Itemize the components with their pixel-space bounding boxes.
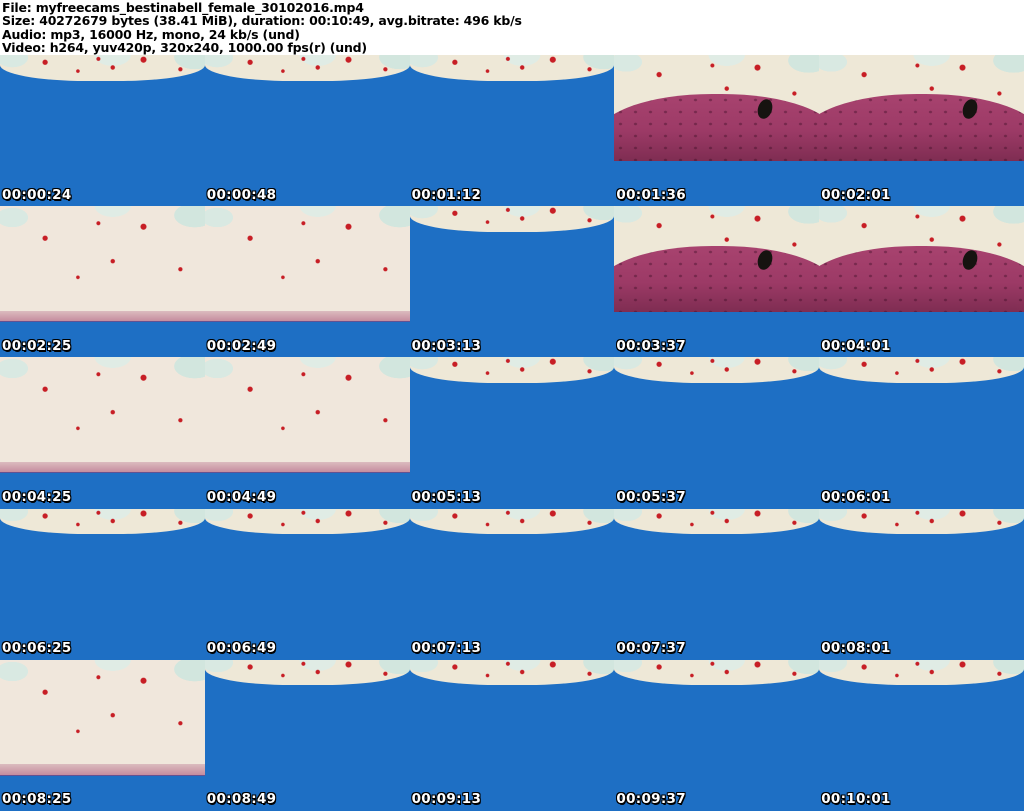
wall-backdrop — [204, 659, 410, 686]
video-thumbnail: 00:07:13 — [409, 508, 615, 660]
video-thumbnail: 00:04:01 — [819, 206, 1024, 358]
timestamp-overlay: 00:10:01 — [821, 791, 891, 808]
timestamp-overlay: 00:00:24 — [2, 186, 72, 203]
wall-backdrop — [819, 508, 1024, 535]
video-thumbnail: 00:03:37 — [614, 206, 820, 358]
timestamp-overlay: 00:08:49 — [206, 791, 277, 808]
timestamp-overlay: 00:03:13 — [411, 337, 482, 354]
wall-backdrop — [614, 508, 820, 535]
wall-backdrop — [0, 206, 205, 322]
video-thumbnail: 00:08:25 — [0, 659, 205, 811]
timestamp-overlay: 00:02:49 — [206, 337, 277, 354]
video-thumbnail: 00:05:37 — [614, 357, 820, 509]
wall-backdrop — [0, 659, 205, 776]
timestamp-overlay: 00:05:13 — [411, 489, 482, 506]
video-thumbnail: 00:00:24 — [0, 55, 205, 207]
wall-backdrop — [204, 357, 410, 474]
video-thumbnail: 00:01:36 — [614, 55, 820, 207]
video-thumbnail: 00:00:48 — [204, 55, 410, 207]
wall-backdrop — [409, 357, 615, 384]
timestamp-overlay: 00:09:13 — [411, 791, 482, 808]
file-size-line: Size: 40272679 bytes (38.41 MiB), durati… — [2, 13, 522, 29]
timestamp-overlay: 00:06:01 — [821, 489, 891, 506]
timestamp-overlay: 00:04:49 — [206, 489, 277, 506]
wall-backdrop — [409, 659, 615, 686]
timestamp-overlay: 00:08:25 — [2, 791, 72, 808]
video-thumbnail: 00:05:13 — [409, 357, 615, 509]
timestamp-overlay: 00:01:12 — [411, 186, 482, 203]
timestamp-overlay: 00:00:48 — [206, 186, 277, 203]
couch-shape — [819, 94, 1024, 161]
wall-backdrop — [204, 508, 410, 535]
wall-backdrop — [819, 357, 1024, 384]
audio-info-line: Audio: mp3, 16000 Hz, mono, 24 kb/s (und… — [2, 26, 300, 42]
video-thumbnail: 00:03:13 — [409, 206, 615, 358]
timestamp-overlay: 00:08:01 — [821, 640, 891, 657]
wall-backdrop — [614, 357, 820, 384]
wall-backdrop — [409, 206, 615, 232]
timestamp-overlay: 00:07:37 — [616, 640, 686, 657]
video-thumbnail: 00:07:37 — [614, 508, 820, 660]
contact-sheet: 00:00:24 00:00:48 00:01:12 00:01:36 00:0… — [0, 55, 1024, 811]
timestamp-overlay: 00:02:01 — [821, 186, 891, 203]
wall-backdrop — [0, 357, 205, 474]
timestamp-overlay: 00:03:37 — [616, 337, 686, 354]
timestamp-overlay: 00:02:25 — [2, 337, 72, 354]
wall-backdrop — [409, 55, 615, 81]
video-thumbnail: 00:06:49 — [204, 508, 410, 660]
timestamp-overlay: 00:04:25 — [2, 489, 72, 506]
wall-backdrop — [204, 206, 410, 322]
timestamp-overlay: 00:01:36 — [616, 186, 686, 203]
video-thumbnail: 00:04:25 — [0, 357, 205, 509]
file-name-line: File: myfreecams_bestinabell_female_3010… — [2, 0, 364, 15]
video-thumbnail: 00:09:37 — [614, 659, 820, 811]
video-thumbnail: 00:04:49 — [204, 357, 410, 509]
video-thumbnail: 00:02:49 — [204, 206, 410, 358]
wall-backdrop — [614, 659, 820, 686]
video-thumbnail: 00:10:01 — [819, 659, 1024, 811]
video-thumbnail: 00:09:13 — [409, 659, 615, 811]
video-thumbnail: 00:06:01 — [819, 357, 1024, 509]
wall-backdrop — [204, 55, 410, 81]
video-info-line: Video: h264, yuv420p, 320x240, 1000.00 f… — [2, 39, 367, 55]
couch-shape — [614, 94, 820, 161]
timestamp-overlay: 00:04:01 — [821, 337, 891, 354]
video-thumbnail: 00:08:01 — [819, 508, 1024, 660]
wall-backdrop — [409, 508, 615, 535]
video-thumbnail: 00:08:49 — [204, 659, 410, 811]
video-thumbnail: 00:06:25 — [0, 508, 205, 660]
timestamp-overlay: 00:05:37 — [616, 489, 686, 506]
couch-shape — [819, 245, 1024, 313]
metadata-header: File: myfreecams_bestinabell_female_3010… — [0, 0, 1024, 55]
wall-backdrop — [0, 55, 205, 81]
video-thumbnail: 00:02:01 — [819, 55, 1024, 207]
timestamp-overlay: 00:09:37 — [616, 791, 686, 808]
wall-backdrop — [0, 508, 205, 535]
couch-shape — [614, 245, 820, 313]
video-thumbnail: 00:02:25 — [0, 206, 205, 358]
wall-backdrop — [819, 659, 1024, 686]
timestamp-overlay: 00:06:49 — [206, 640, 277, 657]
timestamp-overlay: 00:06:25 — [2, 640, 72, 657]
video-thumbnail: 00:01:12 — [409, 55, 615, 207]
timestamp-overlay: 00:07:13 — [411, 640, 482, 657]
